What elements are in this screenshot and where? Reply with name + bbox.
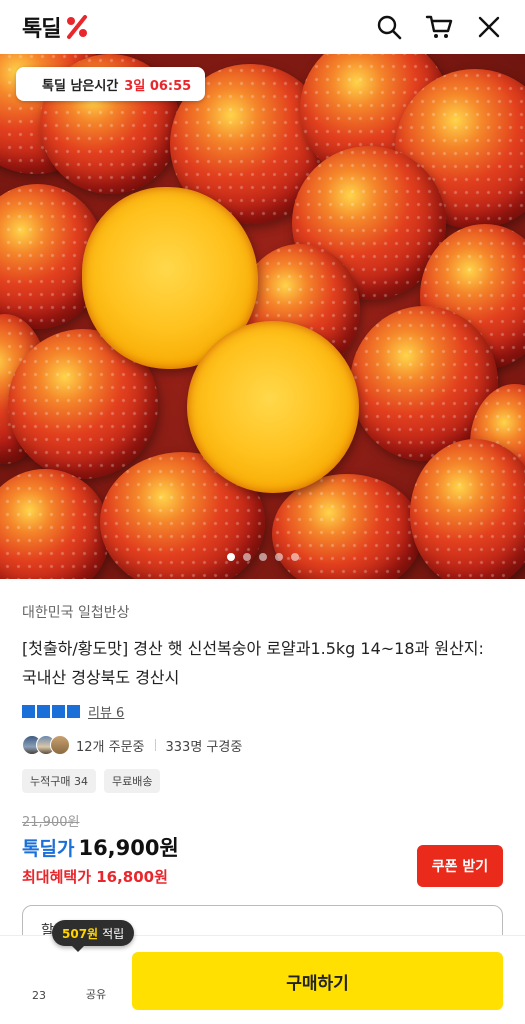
product-title: [첫출하/황도맛] 경산 햇 신선복숭아 로얄과1.5kg 14~18과 원산지… xyxy=(22,639,484,687)
divider xyxy=(154,739,156,751)
carousel-dot[interactable] xyxy=(258,553,267,561)
timer-value: 3일 06:55 xyxy=(124,78,192,94)
logo[interactable]: 톡딜 xyxy=(22,11,90,43)
deal-price-label: 톡딜가 xyxy=(22,837,75,860)
like-button[interactable]: 23 xyxy=(19,952,59,1002)
share-label: 공유 xyxy=(85,988,107,1001)
top-header: 톡딜 xyxy=(0,0,525,54)
star-icon xyxy=(67,705,80,718)
buyer-avatars xyxy=(22,735,70,755)
carousel-dot[interactable] xyxy=(274,553,283,561)
star-icon xyxy=(22,705,35,718)
product-info: 대한민국 일첩반상 [첫출하/황도맛] 경산 햇 신선복숭아 로얄과1.5kg … xyxy=(0,579,525,887)
product-image-carousel[interactable]: 톡딜 남은시간 3일 06:55 xyxy=(0,54,525,579)
like-count: 23 xyxy=(32,989,46,1002)
tag-free-shipping: 무료배송 xyxy=(103,769,161,793)
points-label: 적립 xyxy=(102,926,125,941)
original-price: 21,900원 xyxy=(22,815,80,830)
cart-icon[interactable] xyxy=(425,13,453,41)
cut-peach-image xyxy=(187,321,359,493)
review-link[interactable]: 리뷰 6 xyxy=(88,702,124,721)
coupon-button[interactable]: 쿠폰 받기 xyxy=(417,845,503,887)
social-proof-row: 12개 주문중 333명 구경중 xyxy=(22,735,503,755)
star-icon xyxy=(37,705,50,718)
tag-list: 누적구매 34 무료배송 xyxy=(22,769,503,793)
logo-text: 톡딜 xyxy=(22,17,61,42)
peach-image xyxy=(0,469,110,579)
close-icon[interactable] xyxy=(475,13,503,41)
timer-label: 톡딜 남은시간 xyxy=(42,78,119,94)
points-amount: 507원 xyxy=(62,926,99,941)
star-icon xyxy=(52,705,65,718)
deal-timer-badge: 톡딜 남은시간 3일 06:55 xyxy=(16,67,206,101)
carousel-dot[interactable] xyxy=(290,553,299,561)
deal-price-value: 16,900원 xyxy=(78,836,179,860)
rating-row[interactable]: 리뷰 6 xyxy=(22,702,503,721)
points-tooltip: 507원 적립 xyxy=(52,920,135,952)
logo-percent-icon xyxy=(64,14,90,40)
carousel-indicator xyxy=(0,553,525,561)
carousel-dot[interactable] xyxy=(226,553,235,561)
buy-button[interactable]: 구매하기 xyxy=(132,952,503,1010)
avatar xyxy=(50,735,70,755)
carousel-dot[interactable] xyxy=(242,553,251,561)
viewers-count: 333명 구경중 xyxy=(165,739,243,755)
store-name[interactable]: 대한민국 일첩반상 xyxy=(22,602,503,622)
orders-count: 12개 주문중 xyxy=(76,739,145,755)
tag-total-purchases: 누적구매 34 xyxy=(22,769,96,793)
share-button[interactable]: 공유 xyxy=(76,952,116,1002)
search-icon[interactable] xyxy=(375,13,403,41)
